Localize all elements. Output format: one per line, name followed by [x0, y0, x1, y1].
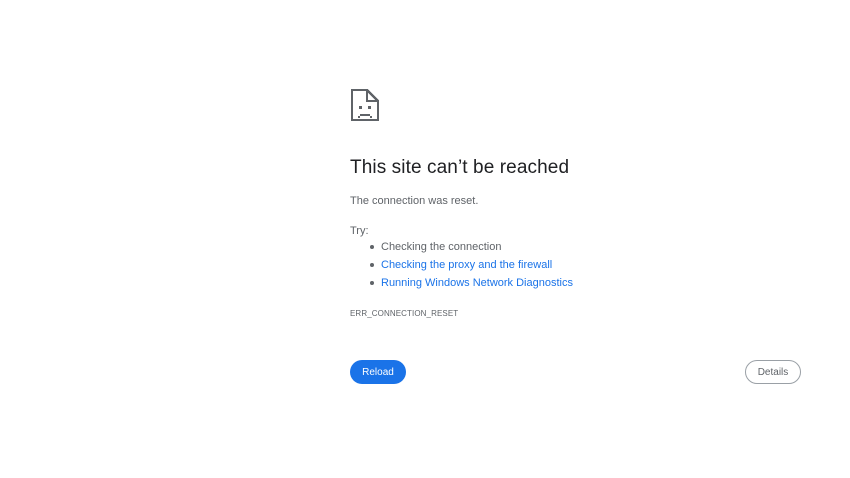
- error-message: The connection was reset.: [350, 195, 479, 207]
- page-title: This site can’t be reached: [350, 157, 570, 178]
- suggestion-link-network-diagnostics[interactable]: Running Windows Network Diagnostics: [381, 277, 573, 289]
- suggestion-item: Checking the connection: [370, 240, 573, 258]
- suggestion-item: Running Windows Network Diagnostics: [370, 276, 573, 294]
- suggestion-list: Checking the connection Checking the pro…: [350, 240, 573, 294]
- error-code: ERR_CONNECTION_RESET: [350, 309, 459, 318]
- suggestion-check-connection: Checking the connection: [381, 241, 502, 253]
- details-button[interactable]: Details: [745, 360, 801, 384]
- suggestion-link-proxy-firewall[interactable]: Checking the proxy and the firewall: [381, 259, 552, 271]
- reload-button[interactable]: Reload: [350, 360, 406, 384]
- try-label: Try:: [350, 225, 369, 237]
- error-page: This site can’t be reached The connectio…: [0, 0, 850, 478]
- sad-page-icon: [350, 88, 380, 122]
- suggestion-item: Checking the proxy and the firewall: [370, 258, 573, 276]
